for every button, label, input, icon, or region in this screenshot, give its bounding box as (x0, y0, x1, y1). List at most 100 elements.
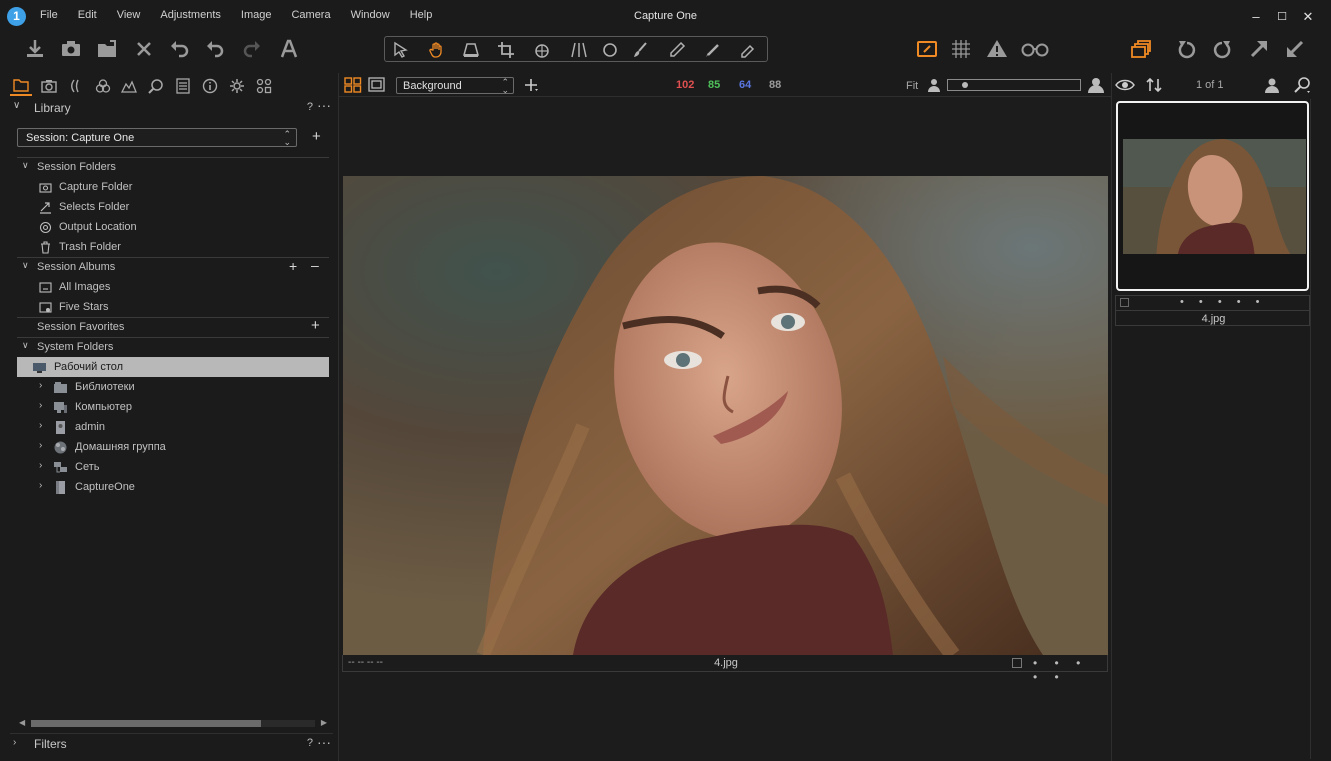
system-folder-admin[interactable]: › admin (17, 417, 329, 437)
zoom-slider[interactable] (947, 79, 1081, 91)
undo-icon[interactable] (200, 35, 230, 63)
pan-hand-icon[interactable] (423, 39, 451, 61)
system-folder-network[interactable]: › Сеть (17, 457, 329, 477)
chevron-down-icon[interactable]: ∨ (22, 340, 29, 351)
edit-mode-icon[interactable] (912, 35, 942, 63)
menu-help[interactable]: Help (400, 9, 443, 21)
more-options-icon[interactable]: ··· (317, 97, 331, 113)
undo-history-icon[interactable] (164, 35, 194, 63)
system-folder-homegroup[interactable]: › Домашняя группа (17, 437, 329, 457)
star-rating[interactable]: • • • • • (1033, 656, 1107, 684)
scroll-left-icon[interactable]: ◀ (19, 718, 25, 727)
menu-file[interactable]: File (30, 9, 68, 21)
add-favorite-button[interactable]: + (311, 317, 320, 334)
color-tag-checkbox[interactable] (1120, 298, 1129, 307)
capture-tab-icon[interactable] (38, 76, 60, 96)
album-five-stars[interactable]: Five Stars (17, 297, 329, 317)
proof-glasses-icon[interactable] (1018, 35, 1052, 63)
minimize-button[interactable]: – (1243, 8, 1269, 26)
help-icon[interactable]: ? (307, 737, 313, 749)
keystone-icon[interactable] (565, 39, 593, 61)
main-photo[interactable] (343, 176, 1108, 655)
layer-select[interactable]: Background ⌃ ⌄ (396, 77, 514, 95)
thumbnail-selected[interactable] (1116, 101, 1309, 291)
system-folder-libraries[interactable]: › Библиотеки (17, 377, 329, 397)
lens-tab-icon[interactable] (65, 76, 87, 96)
chevron-right-icon[interactable]: › (39, 440, 42, 451)
image-viewer[interactable]: -- -- -- -- 4.jpg • • • • • (339, 97, 1111, 761)
camera-capture-icon[interactable] (56, 35, 86, 63)
select-cursor-icon[interactable] (387, 39, 415, 61)
eyedropper-icon[interactable] (663, 39, 691, 61)
add-session-button[interactable]: + (312, 128, 321, 145)
exposure-tab-icon[interactable] (118, 76, 140, 96)
help-icon[interactable]: ? (307, 101, 313, 113)
auto-adjust-icon[interactable] (274, 35, 304, 63)
crop-icon[interactable] (492, 39, 520, 61)
loupe-icon[interactable] (457, 39, 485, 61)
chevron-right-icon[interactable]: › (13, 737, 16, 748)
chevron-right-icon[interactable]: › (39, 460, 42, 471)
multi-view-icon[interactable] (1126, 35, 1156, 63)
multi-view-grid-icon[interactable] (344, 77, 362, 93)
move-to-output-icon[interactable] (1280, 35, 1310, 63)
open-folder-icon[interactable] (92, 35, 122, 63)
color-tag-checkbox[interactable] (1012, 658, 1022, 668)
star-rating[interactable]: • • • • • (1180, 296, 1265, 308)
color-tab-icon[interactable] (92, 76, 114, 96)
folder-trash[interactable]: Trash Folder (17, 237, 329, 257)
move-to-selects-icon[interactable] (1244, 35, 1274, 63)
folder-capture[interactable]: Capture Folder (17, 177, 329, 197)
remove-album-button[interactable]: – (311, 257, 319, 273)
grid-overlay-icon[interactable] (946, 35, 976, 63)
folder-selects[interactable]: Selects Folder (17, 197, 329, 217)
import-icon[interactable] (20, 35, 50, 63)
collapse-chevron-icon[interactable]: ∨ (13, 100, 20, 111)
menu-view[interactable]: View (107, 9, 151, 21)
brush-icon[interactable] (627, 39, 655, 61)
sort-icon[interactable] (1146, 77, 1162, 93)
rotate-right-icon[interactable] (1207, 35, 1237, 63)
chevron-right-icon[interactable]: › (39, 420, 42, 431)
system-folder-desktop[interactable]: Рабочий стол (17, 357, 329, 377)
rotate-left-icon[interactable] (1172, 35, 1202, 63)
menu-adjustments[interactable]: Adjustments (150, 9, 231, 21)
person-icon[interactable] (1264, 77, 1280, 93)
adjustments-tab-icon[interactable] (172, 76, 194, 96)
menu-camera[interactable]: Camera (281, 9, 340, 21)
redo-icon[interactable] (237, 35, 267, 63)
library-tab-icon[interactable] (10, 76, 32, 96)
system-folder-computer[interactable]: › Компьютер (17, 397, 329, 417)
folder-output[interactable]: Output Location (17, 217, 329, 237)
search-icon[interactable] (1294, 77, 1312, 93)
metadata-tab-icon[interactable] (199, 76, 221, 96)
fit-label[interactable]: Fit (906, 80, 918, 92)
details-tab-icon[interactable] (145, 76, 167, 96)
add-layer-icon[interactable] (523, 77, 541, 93)
chevron-right-icon[interactable]: › (39, 480, 42, 491)
close-window-button[interactable]: ✕ (1295, 8, 1321, 26)
filters-header[interactable]: › Filters ? ··· (10, 733, 333, 751)
exposure-warning-icon[interactable] (982, 35, 1012, 63)
chevron-right-icon[interactable]: › (39, 380, 42, 391)
eraser-icon[interactable] (734, 39, 762, 61)
chevron-right-icon[interactable]: › (39, 400, 42, 411)
single-view-icon[interactable] (368, 77, 386, 93)
delete-icon[interactable] (129, 35, 159, 63)
library-header[interactable]: ∨ Library ? ··· (10, 97, 333, 116)
scroll-thumb[interactable] (31, 720, 261, 727)
scroll-right-icon[interactable]: ▶ (321, 718, 327, 727)
output-tab-icon[interactable] (226, 76, 248, 96)
section-system-folders[interactable]: ∨ System Folders (17, 338, 329, 356)
album-all-images[interactable]: All Images (17, 277, 329, 297)
rotate-straighten-icon[interactable] (528, 39, 556, 61)
session-select[interactable]: Session: Capture One ⌃ ⌄ (17, 128, 297, 147)
vertical-scrollbar[interactable] (1310, 99, 1311, 759)
menu-window[interactable]: Window (341, 9, 400, 21)
maximize-button[interactable]: ☐ (1269, 8, 1295, 26)
annotation-icon[interactable] (699, 39, 727, 61)
add-album-button[interactable]: + (289, 258, 297, 274)
batch-tab-icon[interactable] (253, 76, 275, 96)
chevron-down-icon[interactable]: ∨ (22, 260, 29, 271)
menu-image[interactable]: Image (231, 9, 282, 21)
